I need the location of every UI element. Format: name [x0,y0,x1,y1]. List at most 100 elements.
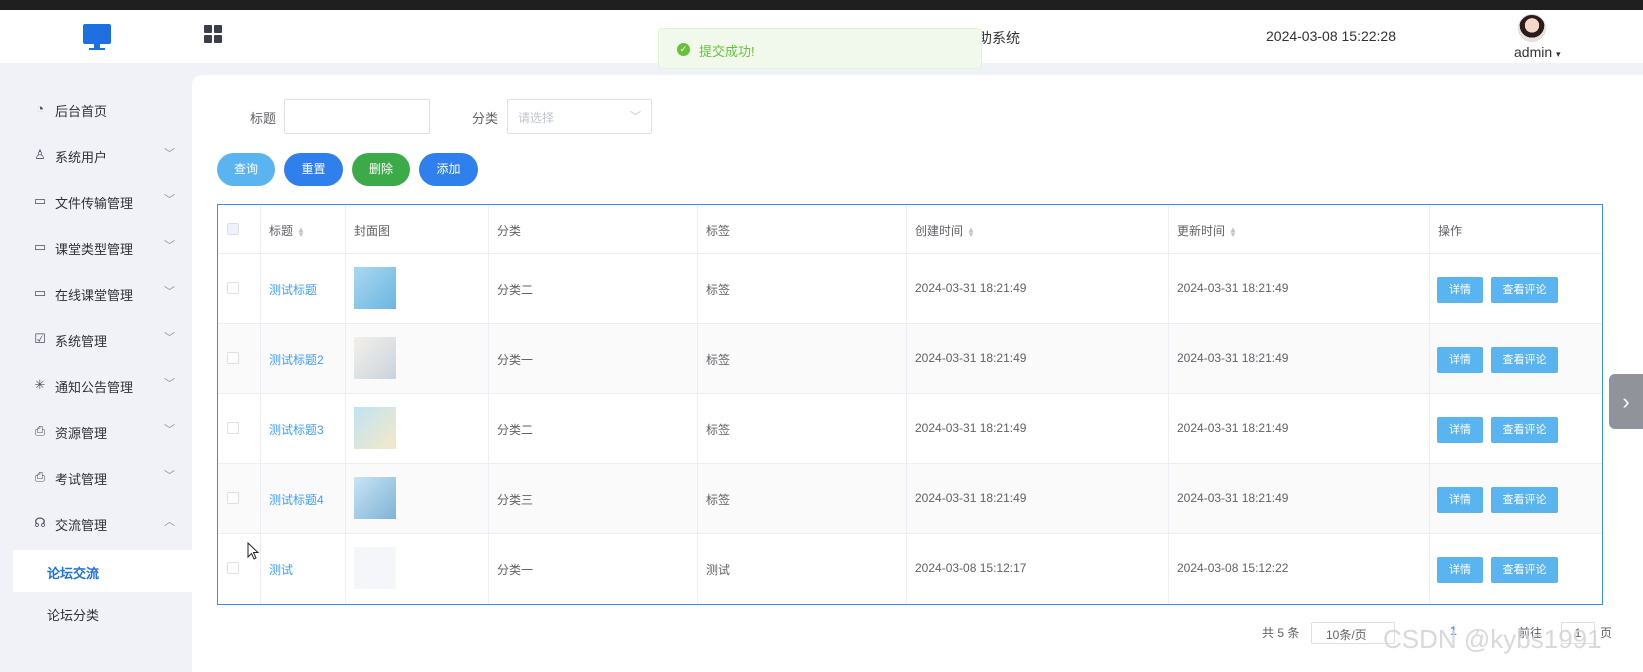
sort-icon: ▲ ▼ [297,224,305,239]
card-icon: ▭ [33,193,47,208]
row-updated-time: 2024-03-31 18:21:49 [1177,421,1289,435]
column-header-tag: 标签 [706,224,731,238]
table-row: 测试 分类一 测试 2024-03-08 15:12:17 2024-03-08 15:… [218,534,1602,604]
sidebar-item-users[interactable]: ♙ 系统用户 ﹀ [0,132,192,178]
cover-image [354,407,396,449]
row-checkbox[interactable] [227,422,239,434]
detail-button[interactable]: 详情 [1437,557,1483,583]
chevron-down-icon: ﹀ [164,470,175,482]
table-header: 标题 ▲ ▼ 封面图 分类 标签 创建时间 ▲ ▼ 更新时间 ▲ ▼ 操作 [218,205,1602,254]
sidebar-subitem-forum-category[interactable]: 论坛分类 [13,592,192,634]
row-tag: 标签 [706,353,731,367]
row-category: 分类三 [497,493,534,507]
title-input[interactable] [284,99,430,134]
chevron-down-icon: ﹀ [630,111,641,123]
row-category: 分类一 [497,353,534,367]
sidebar-item-home[interactable]: ◔ 后台首页 [0,86,192,132]
column-header-cover: 封面图 [354,224,391,238]
sidebar-item-exams[interactable]: ⎙ 考试管理 ﹀ [0,454,192,500]
sidebar-item-resources[interactable]: ⎙ 资源管理 ﹀ [0,408,192,454]
sort-icon: ▲ ▼ [967,224,975,239]
username: admin [1514,44,1553,60]
row-created-time: 2024-03-31 18:21:49 [915,351,1027,365]
row-category: 分类二 [497,423,534,437]
user-menu[interactable]: admin ▾ [1514,44,1561,60]
avatar[interactable] [1518,14,1546,42]
row-title-link[interactable]: 测试标题 [269,281,317,298]
chevron-down-icon: ﹀ [164,286,175,298]
view-comments-button[interactable]: 查看评论 [1491,417,1558,443]
mouse-cursor-icon [247,542,259,560]
row-updated-time: 2024-03-31 18:21:49 [1177,491,1289,505]
row-title-link[interactable]: 测试标题3 [269,421,324,438]
chevron-down-icon: ﹀ [164,148,175,160]
category-filter-label: 分类 [472,111,499,126]
view-comments-button[interactable]: 查看评论 [1491,347,1558,373]
column-header-title[interactable]: 标题 ▲ ▼ [269,222,305,239]
sidebar-item-file-transfer[interactable]: ▭ 文件传输管理 ﹀ [0,178,192,224]
view-comments-button[interactable]: 查看评论 [1491,557,1558,583]
cover-image [354,267,396,309]
detail-button[interactable]: 详情 [1437,347,1483,373]
cover-image [354,477,396,519]
sidebar-item-label: 文件传输管理 [55,196,134,211]
detail-button[interactable]: 详情 [1437,277,1483,303]
pie-chart-icon: ◔ [36,101,44,116]
sidebar-item-online-class[interactable]: ▭ 在线课堂管理 ﹀ [0,270,192,316]
detail-button[interactable]: 详情 [1437,487,1483,513]
row-created-time: 2024-03-31 18:21:49 [915,281,1027,295]
chevron-down-icon: ﹀ [164,332,175,344]
view-comments-button[interactable]: 查看评论 [1491,277,1558,303]
category-select[interactable]: 请选择 ﹀ [507,99,652,134]
delete-button[interactable]: 删除 [352,153,410,186]
row-tag: 测试 [706,563,731,577]
chevron-down-icon: ﹀ [164,194,175,206]
printer-icon: ⎙ [34,469,46,484]
grid-menu-icon[interactable] [204,25,222,43]
detail-button[interactable]: 详情 [1437,417,1483,443]
chevron-right-icon[interactable]: › [1609,374,1643,429]
check-circle-icon: ✓ [677,43,690,56]
data-table: 标题 ▲ ▼ 封面图 分类 标签 创建时间 ▲ ▼ 更新时间 ▲ ▼ 操作 测试标题 分类二标… [217,204,1603,605]
row-checkbox[interactable] [227,282,239,294]
sidebar-item-label: 系统管理 [55,334,108,349]
chevron-down-icon: ﹀ [164,378,175,390]
user-icon: ♙ [34,147,46,162]
sidebar-item-system[interactable]: ☑ 系统管理 ﹀ [0,316,192,362]
cover-image [354,547,396,589]
select-all-checkbox[interactable] [227,223,239,235]
sidebar-item-label: 后台首页 [55,104,108,119]
sidebar-item-label: 交流管理 [55,518,108,533]
row-checkbox[interactable] [227,352,239,364]
row-created-time: 2024-03-08 15:12:17 [915,561,1027,575]
row-created-time: 2024-03-31 18:21:49 [915,491,1027,505]
sidebar-item-communication[interactable]: ☊ 交流管理 ︿ [0,500,192,546]
headset-icon: ☊ [34,515,46,530]
row-title-link[interactable]: 测试标题2 [269,351,324,368]
row-title-link[interactable]: 测试标题4 [269,491,324,508]
column-header-updated[interactable]: 更新时间 ▲ ▼ [1177,222,1237,239]
row-tag: 标签 [706,493,731,507]
window-top-strip [0,0,1643,10]
add-button[interactable]: 添加 [419,153,478,186]
sidebar-item-label: 课堂类型管理 [55,242,134,257]
sidebar-subitem-forum[interactable]: 论坛交流 [13,550,192,592]
query-button[interactable]: 查询 [217,153,275,186]
card-icon: ▭ [33,285,47,300]
row-checkbox[interactable] [227,492,239,504]
sidebar: ◔ 后台首页 ♙ 系统用户 ﹀ ▭ 文件传输管理 ﹀ ▭ 课堂类型管理 ﹀ ▭ … [0,63,192,672]
sidebar-item-class-type[interactable]: ▭ 课堂类型管理 ﹀ [0,224,192,270]
column-header-category: 分类 [497,224,522,238]
reset-button[interactable]: 重置 [284,153,343,186]
system-title: 助系统 [978,30,1020,46]
header-datetime: 2024-03-08 15:22:28 [1266,28,1396,44]
column-header-created[interactable]: 创建时间 ▲ ▼ [915,222,975,239]
table-row: 测试标题2 分类一 标签 2024-03-31 18:21:49 2024-03-31 … [218,324,1602,394]
column-header-actions: 操作 [1438,224,1463,238]
title-filter-label: 标题 [250,111,277,126]
sidebar-item-label: 在线课堂管理 [55,288,134,303]
row-checkbox[interactable] [227,562,239,574]
sidebar-item-notices[interactable]: ✳ 通知公告管理 ﹀ [0,362,192,408]
view-comments-button[interactable]: 查看评论 [1491,487,1558,513]
row-title-link[interactable]: 测试 [269,561,293,578]
